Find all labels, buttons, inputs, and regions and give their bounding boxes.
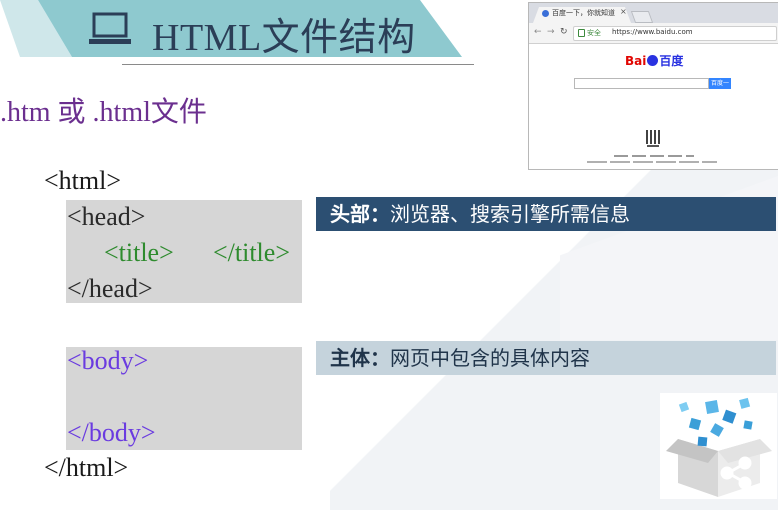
share-box-illustration [660,393,777,499]
browser-tab-title: 百度一下，你就知道 [552,9,615,17]
lock-icon [578,29,585,37]
code-body-close: </body> [67,418,156,447]
browser-page: Bai 百度 百度一下 [529,44,778,169]
back-arrow-icon[interactable]: ← [534,27,542,37]
code-html-open: <html> [44,166,121,195]
baidu-logo-chinese: 百度 [659,54,684,68]
footer-copyright [587,161,717,163]
code-body-open: <body> [67,346,149,375]
body-note-text: 网页中包含的具体内容 [390,346,590,370]
address-bar[interactable]: 安全 https://www.baidu.com [573,26,777,41]
browser-toolbar: ← → ↻ 安全 https://www.baidu.com [529,23,778,44]
head-note: 头部：浏览器、搜索引擎所需信息 [316,197,776,231]
baidu-favicon-icon [542,10,549,17]
head-note-text: 浏览器、搜索引擎所需信息 [390,202,630,226]
body-note: 主体：网页中包含的具体内容 [316,341,776,375]
reload-icon[interactable]: ↻ [560,27,568,37]
body-note-label: 主体： [330,346,390,370]
baidu-logo: Bai 百度 [625,52,683,69]
head-note-label: 头部： [330,202,390,226]
forward-arrow-icon[interactable]: → [547,27,555,37]
baidu-logo-latin: Bai [625,54,647,68]
search-button[interactable]: 百度一下 [709,78,731,98]
browser-window: 百度一下，你就知道 × ← → ↻ 安全 https://www.baidu.c… [528,2,778,170]
code-head-open: <head> [67,202,146,231]
secure-label: 安全 [587,29,601,37]
footer-links [614,155,694,157]
page-title: HTML文件结构 [152,17,416,59]
search-input[interactable] [574,78,709,89]
paw-icon [647,55,659,66]
address-url: https://www.baidu.com [612,28,693,36]
laptop-icon [89,12,131,44]
qr-caption [647,145,659,147]
code-head-close: </head> [67,274,153,303]
title-divider [122,64,474,65]
browser-tab-bar: 百度一下，你就知道 × [529,3,778,23]
code-title-open: <title> [104,238,174,267]
new-tab-button[interactable] [630,11,654,23]
code-html-close: </html> [44,453,129,482]
page-subtitle: .htm 或 .html文件 [0,97,207,128]
qr-code-icon [646,130,660,144]
code-title-close: </title> [213,238,290,267]
close-tab-icon[interactable]: × [620,7,627,16]
